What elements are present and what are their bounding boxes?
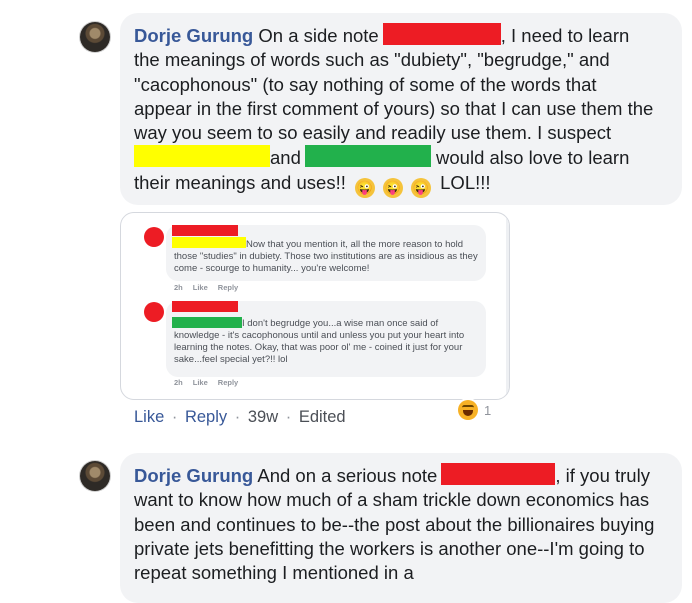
- comment-text-part: And on a serious note: [257, 465, 438, 486]
- comment-text: Dorje Gurung And on a serious note, if y…: [134, 463, 659, 585]
- reaction-badge[interactable]: 1: [458, 398, 491, 422]
- winking-face-with-tongue-icon: [383, 177, 403, 198]
- redacted-avatar: [144, 302, 164, 322]
- winking-face-with-tongue-icon: [411, 177, 431, 198]
- redacted-avatar: [144, 227, 164, 247]
- redacted-name-yellow: [134, 145, 270, 168]
- reply-meta: 2h Like Reply: [174, 378, 248, 387]
- redacted-name-red: [172, 301, 238, 312]
- embedded-screenshot[interactable]: Now that you mention it, all the more re…: [120, 212, 510, 400]
- haha-reaction-icon: [458, 400, 478, 420]
- redacted-name-green: [304, 145, 431, 168]
- comment-text-part: LOL!!!: [440, 171, 491, 193]
- reply-like-link[interactable]: Like: [193, 283, 208, 292]
- reply-text: I don't begrudge you...a wise man once s…: [174, 318, 465, 365]
- comment-text: Dorje Gurung On a side note, I need to l…: [134, 23, 659, 198]
- reply-reply-link[interactable]: Reply: [218, 378, 238, 387]
- reply-link[interactable]: Reply: [185, 408, 227, 426]
- reply-reply-link[interactable]: Reply: [218, 283, 238, 292]
- comment-author[interactable]: Dorje Gurung: [134, 25, 253, 46]
- comment-text-part: On a side note: [258, 25, 379, 46]
- reply-time: 2h: [174, 378, 183, 387]
- comment-bubble: Dorje Gurung On a side note, I need to l…: [120, 13, 682, 205]
- comment-author[interactable]: Dorje Gurung: [134, 465, 253, 486]
- redacted-name-red: [172, 225, 238, 236]
- separator: ·: [285, 408, 292, 426]
- avatar[interactable]: [80, 22, 110, 52]
- avatar[interactable]: [80, 461, 110, 491]
- separator: ·: [171, 408, 178, 426]
- reply-text: Now that you mention it, all the more re…: [174, 239, 478, 274]
- like-link[interactable]: Like: [134, 408, 164, 426]
- winking-face-with-tongue-icon: [355, 177, 375, 198]
- redacted-name-red: [382, 23, 501, 45]
- separator: ·: [234, 408, 241, 426]
- reaction-count: 1: [484, 402, 492, 418]
- reply-time: 2h: [174, 283, 183, 292]
- redacted-name-red: [441, 463, 556, 485]
- comment-actions: Like · Reply · 39w · Edited: [134, 408, 346, 427]
- reply-bubble: I don't begrudge you...a wise man once s…: [166, 301, 486, 377]
- reply-like-link[interactable]: Like: [193, 378, 208, 387]
- reply-bubble: Now that you mention it, all the more re…: [166, 225, 486, 281]
- comment-bubble: Dorje Gurung And on a serious note, if y…: [120, 453, 682, 603]
- reply-meta: 2h Like Reply: [174, 283, 248, 292]
- comment-time[interactable]: 39w: [248, 408, 278, 426]
- comment-text-part: and: [270, 147, 301, 169]
- edited-label[interactable]: Edited: [299, 408, 346, 426]
